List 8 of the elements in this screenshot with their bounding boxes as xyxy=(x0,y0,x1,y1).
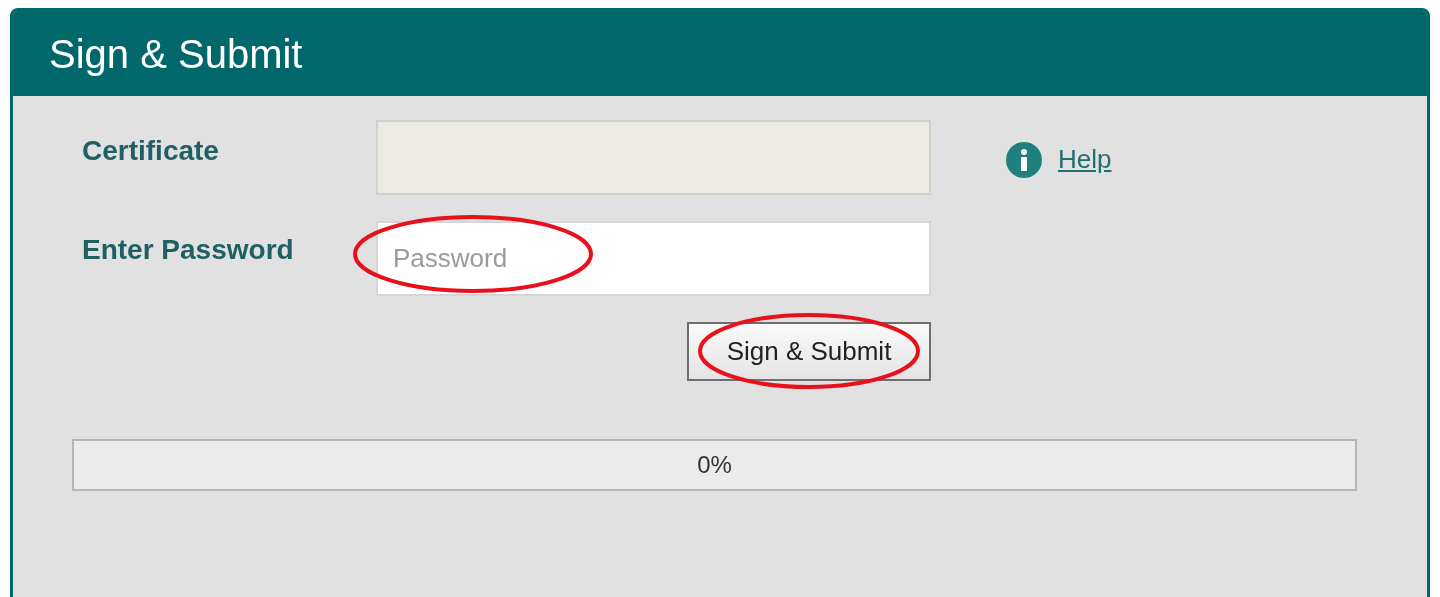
certificate-label: Certificate xyxy=(82,134,220,168)
panel-title: Sign & Submit xyxy=(49,33,303,74)
info-icon xyxy=(1006,141,1042,178)
help-link[interactable]: Help xyxy=(1058,140,1112,179)
password-label: Enter Password xyxy=(82,233,295,267)
sign-submit-button[interactable]: Sign & Submit xyxy=(687,322,931,381)
progress-reading: 0% xyxy=(697,450,732,480)
password-field[interactable]: Password xyxy=(376,221,931,296)
